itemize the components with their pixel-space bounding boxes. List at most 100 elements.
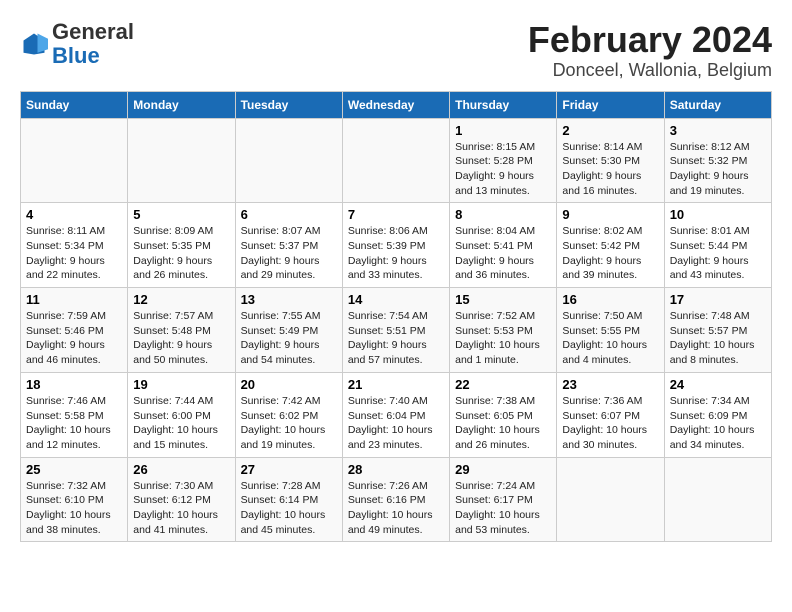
header-monday: Monday [128,91,235,118]
day-number: 15 [455,292,551,307]
calendar-cell: 8 Sunrise: 8:04 AM Sunset: 5:41 PM Daylig… [450,203,557,288]
calendar-week-row: 4 Sunrise: 8:11 AM Sunset: 5:34 PM Daylig… [21,203,772,288]
day-number: 16 [562,292,658,307]
day-number: 27 [241,462,337,477]
day-number: 6 [241,207,337,222]
day-info: Sunrise: 7:32 AM Sunset: 6:10 PM Dayligh… [26,479,122,538]
day-number: 10 [670,207,766,222]
calendar-cell: 19Sunrise: 7:44 AM Sunset: 6:00 PM Dayli… [128,372,235,457]
day-info: Sunrise: 7:36 AM Sunset: 6:07 PM Dayligh… [562,394,658,453]
day-number: 14 [348,292,444,307]
day-number: 23 [562,377,658,392]
day-number: 2 [562,123,658,138]
day-info: Sunrise: 7:34 AM Sunset: 6:09 PM Dayligh… [670,394,766,453]
day-number: 21 [348,377,444,392]
calendar-cell: 29 Sunrise: 7:24 AM Sunset: 6:17 PM Dayli… [450,457,557,542]
day-info: Sunrise: 8:04 AM Sunset: 5:41 PM Dayligh… [455,224,551,283]
day-info: Sunrise: 7:48 AM Sunset: 5:57 PM Dayligh… [670,309,766,368]
day-info: Sunrise: 7:52 AM Sunset: 5:53 PM Dayligh… [455,309,551,368]
header: General Blue February 2024 Donceel, Wall… [20,20,772,81]
logo-icon [20,30,48,58]
calendar-cell: 17Sunrise: 7:48 AM Sunset: 5:57 PM Dayli… [664,288,771,373]
calendar-cell: 26Sunrise: 7:30 AM Sunset: 6:12 PM Dayli… [128,457,235,542]
day-info: Sunrise: 8:11 AM Sunset: 5:34 PM Dayligh… [26,224,122,283]
calendar-cell: 22Sunrise: 7:38 AM Sunset: 6:05 PM Dayli… [450,372,557,457]
day-number: 22 [455,377,551,392]
calendar-cell: 12 Sunrise: 7:57 AM Sunset: 5:48 PM Dayli… [128,288,235,373]
day-number: 11 [26,292,122,307]
day-info: Sunrise: 8:14 AM Sunset: 5:30 PM Dayligh… [562,140,658,199]
calendar-table: SundayMondayTuesdayWednesdayThursdayFrid… [20,91,772,543]
calendar-cell [21,118,128,203]
calendar-cell: 3 Sunrise: 8:12 AM Sunset: 5:32 PM Daylig… [664,118,771,203]
calendar-cell: 21 Sunrise: 7:40 AM Sunset: 6:04 PM Dayli… [342,372,449,457]
calendar-cell [342,118,449,203]
calendar-cell: 25Sunrise: 7:32 AM Sunset: 6:10 PM Dayli… [21,457,128,542]
day-info: Sunrise: 7:50 AM Sunset: 5:55 PM Dayligh… [562,309,658,368]
calendar-cell: 14 Sunrise: 7:54 AM Sunset: 5:51 PM Dayli… [342,288,449,373]
day-info: Sunrise: 7:26 AM Sunset: 6:16 PM Dayligh… [348,479,444,538]
calendar-cell [128,118,235,203]
calendar-cell: 6 Sunrise: 8:07 AM Sunset: 5:37 PM Daylig… [235,203,342,288]
logo: General Blue [20,20,134,68]
calendar-cell: 27 Sunrise: 7:28 AM Sunset: 6:14 PM Dayli… [235,457,342,542]
day-info: Sunrise: 8:01 AM Sunset: 5:44 PM Dayligh… [670,224,766,283]
day-number: 13 [241,292,337,307]
page-subtitle: Donceel, Wallonia, Belgium [528,60,772,81]
day-number: 9 [562,207,658,222]
day-info: Sunrise: 7:54 AM Sunset: 5:51 PM Dayligh… [348,309,444,368]
day-number: 3 [670,123,766,138]
day-number: 29 [455,462,551,477]
day-number: 20 [241,377,337,392]
day-info: Sunrise: 8:07 AM Sunset: 5:37 PM Dayligh… [241,224,337,283]
day-number: 12 [133,292,229,307]
day-number: 28 [348,462,444,477]
calendar-cell: 10 Sunrise: 8:01 AM Sunset: 5:44 PM Dayli… [664,203,771,288]
day-number: 24 [670,377,766,392]
day-info: Sunrise: 7:28 AM Sunset: 6:14 PM Dayligh… [241,479,337,538]
calendar-cell [664,457,771,542]
day-info: Sunrise: 8:12 AM Sunset: 5:32 PM Dayligh… [670,140,766,199]
calendar-cell: 9 Sunrise: 8:02 AM Sunset: 5:42 PM Daylig… [557,203,664,288]
day-number: 1 [455,123,551,138]
header-thursday: Thursday [450,91,557,118]
day-number: 26 [133,462,229,477]
calendar-cell: 18 Sunrise: 7:46 AM Sunset: 5:58 PM Dayli… [21,372,128,457]
calendar-cell: 28 Sunrise: 7:26 AM Sunset: 6:16 PM Dayli… [342,457,449,542]
calendar-header-row: SundayMondayTuesdayWednesdayThursdayFrid… [21,91,772,118]
day-number: 8 [455,207,551,222]
header-wednesday: Wednesday [342,91,449,118]
calendar-cell: 16 Sunrise: 7:50 AM Sunset: 5:55 PM Dayli… [557,288,664,373]
calendar-week-row: 18 Sunrise: 7:46 AM Sunset: 5:58 PM Dayli… [21,372,772,457]
page-title: February 2024 [528,20,772,60]
calendar-cell: 2 Sunrise: 8:14 AM Sunset: 5:30 PM Daylig… [557,118,664,203]
calendar-cell: 4 Sunrise: 8:11 AM Sunset: 5:34 PM Daylig… [21,203,128,288]
title-area: February 2024 Donceel, Wallonia, Belgium [528,20,772,81]
day-number: 5 [133,207,229,222]
calendar-cell: 1 Sunrise: 8:15 AM Sunset: 5:28 PM Daylig… [450,118,557,203]
day-info: Sunrise: 8:09 AM Sunset: 5:35 PM Dayligh… [133,224,229,283]
day-info: Sunrise: 8:02 AM Sunset: 5:42 PM Dayligh… [562,224,658,283]
calendar-week-row: 25Sunrise: 7:32 AM Sunset: 6:10 PM Dayli… [21,457,772,542]
day-info: Sunrise: 7:24 AM Sunset: 6:17 PM Dayligh… [455,479,551,538]
calendar-cell: 23 Sunrise: 7:36 AM Sunset: 6:07 PM Dayli… [557,372,664,457]
day-info: Sunrise: 7:57 AM Sunset: 5:48 PM Dayligh… [133,309,229,368]
header-sunday: Sunday [21,91,128,118]
day-info: Sunrise: 7:46 AM Sunset: 5:58 PM Dayligh… [26,394,122,453]
day-info: Sunrise: 7:59 AM Sunset: 5:46 PM Dayligh… [26,309,122,368]
calendar-week-row: 11 Sunrise: 7:59 AM Sunset: 5:46 PM Dayli… [21,288,772,373]
header-tuesday: Tuesday [235,91,342,118]
calendar-cell: 5 Sunrise: 8:09 AM Sunset: 5:35 PM Daylig… [128,203,235,288]
day-info: Sunrise: 7:55 AM Sunset: 5:49 PM Dayligh… [241,309,337,368]
header-friday: Friday [557,91,664,118]
calendar-cell: 20Sunrise: 7:42 AM Sunset: 6:02 PM Dayli… [235,372,342,457]
day-info: Sunrise: 7:40 AM Sunset: 6:04 PM Dayligh… [348,394,444,453]
calendar-cell [235,118,342,203]
day-number: 4 [26,207,122,222]
calendar-cell: 13 Sunrise: 7:55 AM Sunset: 5:49 PM Dayli… [235,288,342,373]
calendar-week-row: 1 Sunrise: 8:15 AM Sunset: 5:28 PM Daylig… [21,118,772,203]
day-info: Sunrise: 8:15 AM Sunset: 5:28 PM Dayligh… [455,140,551,199]
header-saturday: Saturday [664,91,771,118]
logo-blue-text: Blue [52,43,100,68]
day-number: 18 [26,377,122,392]
